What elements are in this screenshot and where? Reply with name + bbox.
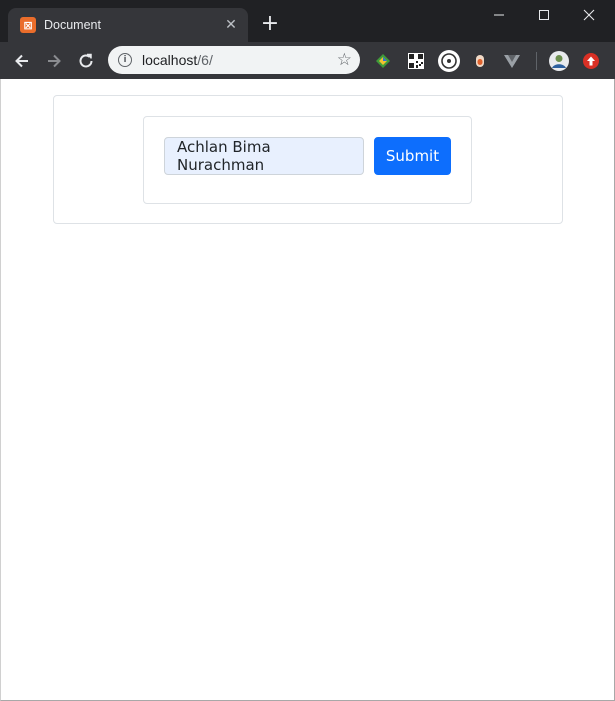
toolbar-separator [536,52,537,70]
extension-capsule-icon[interactable] [470,51,490,71]
browser-toolbar: i localhost/6/ ☆ [0,42,615,79]
extension-gem-icon[interactable] [373,51,393,71]
browser-tab[interactable]: ⊠ Document ✕ [8,8,248,42]
address-bar[interactable]: i localhost/6/ ☆ [108,46,360,74]
back-button[interactable] [8,47,36,75]
tab-title: Document [44,18,101,32]
extension-vue-devtools-icon[interactable] [502,51,522,71]
forward-arrow-icon [48,54,61,68]
browser-titlebar: ⊠ Document ✕ + [0,0,615,42]
tab-close-icon[interactable]: ✕ [222,16,240,34]
close-icon [583,9,595,21]
submit-button[interactable]: Submit [374,137,451,175]
xampp-favicon-icon: ⊠ [20,17,36,33]
outer-card: Achlan Bima Nurachman Submit [53,95,563,224]
new-tab-button[interactable]: + [258,12,282,36]
reload-icon [79,53,93,68]
forward-button[interactable] [40,47,68,75]
minimize-icon [494,14,504,16]
back-arrow-icon [15,54,28,68]
extension-circle-icon[interactable] [437,49,461,73]
extension-qr-code-icon[interactable] [406,51,426,71]
profile-avatar[interactable] [548,50,570,72]
name-input[interactable]: Achlan Bima Nurachman [164,137,364,175]
minimize-button[interactable] [476,0,522,30]
url-host: localhost [142,52,198,68]
maximize-icon [539,10,549,20]
page-viewport: Achlan Bima Nurachman Submit [0,79,615,701]
update-available-icon[interactable] [581,51,601,71]
url-text[interactable]: localhost/6/ [142,52,337,68]
maximize-button[interactable] [521,0,567,30]
site-info-icon[interactable]: i [118,53,132,67]
reload-button[interactable] [72,47,100,75]
bookmark-star-icon[interactable]: ☆ [337,50,352,70]
form-card: Achlan Bima Nurachman Submit [143,116,472,204]
url-path: /6/ [197,52,213,68]
close-window-button[interactable] [566,0,612,30]
